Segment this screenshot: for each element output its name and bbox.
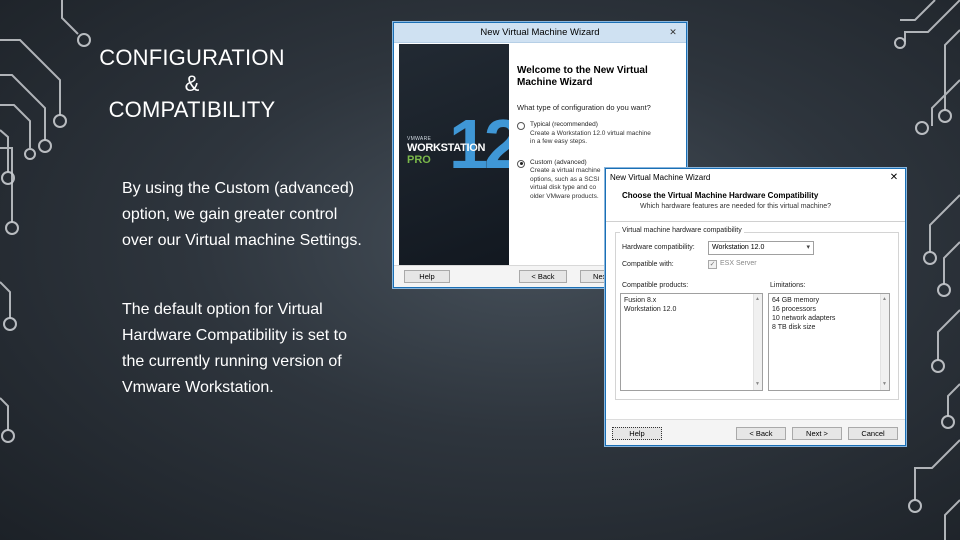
- cancel-button[interactable]: Cancel: [848, 427, 898, 440]
- edition-logo: PRO: [407, 154, 431, 166]
- hw-compat-value: Workstation 12.0: [712, 244, 765, 251]
- title-line-1: CONFIGURATION: [99, 45, 285, 70]
- help-button[interactable]: Help: [612, 427, 662, 440]
- hw-compat-group-label: Virtual machine hardware compatibility: [620, 227, 744, 234]
- next-button[interactable]: Next >: [792, 427, 842, 440]
- back-button[interactable]: < Back: [736, 427, 786, 440]
- esx-checkbox[interactable]: ✓: [708, 260, 717, 269]
- wizard-2-title: New Virtual Machine Wizard: [610, 173, 711, 182]
- wizard-2-footer: Help < Back Next > Cancel: [606, 419, 905, 445]
- help-button[interactable]: Help: [404, 270, 450, 283]
- bullet-2-line-3: the currently running version of: [122, 353, 342, 370]
- bullet-2-line-2: Hardware Compatibility is set to: [122, 327, 347, 344]
- wizard-2-subheading: Which hardware features are needed for t…: [640, 203, 832, 210]
- close-icon[interactable]: ✕: [666, 26, 680, 39]
- hw-compat-label: Hardware compatibility:: [622, 244, 695, 251]
- limitations-list[interactable]: 64 GB memory 16 processors 10 network ad…: [768, 293, 890, 391]
- header-divider: [606, 221, 905, 222]
- typical-desc-line-2: in a few easy steps.: [530, 138, 588, 145]
- back-button[interactable]: < Back: [519, 270, 567, 283]
- compatible-products-list[interactable]: Fusion 8.x Workstation 12.0: [620, 293, 763, 391]
- esx-label: ESX Server: [720, 260, 757, 267]
- list-item: Workstation 12.0: [624, 306, 677, 313]
- chevron-down-icon: ▾: [806, 244, 810, 251]
- list-item: 64 GB memory: [772, 297, 820, 304]
- wizard-window-hardware-compat: New Virtual Machine Wizard ✕ Choose the …: [605, 168, 906, 446]
- option-typical-desc: Create a Workstation 12.0 virtual machin…: [530, 130, 677, 147]
- list-item: 10 network adapters: [772, 315, 836, 322]
- title-line-2: &: [184, 71, 200, 96]
- bullet-1-line-1: By using the Custom (advanced): [122, 180, 355, 197]
- heading-line-2: Machine Wizard: [517, 77, 593, 88]
- limitations-label: Limitations:: [770, 282, 806, 289]
- list-item: Fusion 8.x: [624, 297, 657, 304]
- option-typical[interactable]: Typical (recommended) Create a Workstati…: [517, 121, 677, 147]
- radio-typical[interactable]: [517, 122, 525, 130]
- option-custom-label: Custom (advanced): [530, 158, 587, 166]
- compatible-products-label: Compatible products:: [622, 282, 689, 289]
- wizard-1-title: New Virtual Machine Wizard: [480, 27, 600, 38]
- workstation-pro-banner: 12 VMWARE WORKSTATION PRO: [399, 44, 509, 266]
- wizard-2-header: Choose the Virtual Machine Hardware Comp…: [622, 191, 831, 210]
- config-question: What type of configuration do you want?: [517, 103, 651, 112]
- bullet-1-line-3: over our Virtual machine Settings.: [122, 232, 362, 249]
- option-typical-label: Typical (recommended): [530, 121, 598, 128]
- bullet-1-line-2: option, we gain greater control: [122, 206, 338, 223]
- typical-desc-line-1: Create a Workstation 12.0 virtual machin…: [530, 129, 651, 137]
- list-item: 16 processors: [772, 306, 816, 313]
- radio-custom[interactable]: [517, 159, 525, 168]
- heading-line-1: Welcome to the New Virtual: [517, 65, 648, 76]
- wizard-1-heading: Welcome to the New Virtual Machine Wizar…: [517, 65, 677, 89]
- compatible-with-label: Compatible with:: [622, 261, 674, 268]
- bullet-2-line-4: Vmware Workstation.: [122, 379, 274, 396]
- list-item: 8 TB disk size: [772, 324, 816, 331]
- bullet-custom-advanced: By using the Custom (advanced) option, w…: [122, 176, 362, 254]
- title-line-3: COMPATIBILITY: [108, 97, 276, 122]
- wizard-2-heading: Choose the Virtual Machine Hardware Comp…: [622, 191, 819, 200]
- scrollbar[interactable]: [753, 294, 762, 390]
- bullet-2-line-1: The default option for Virtual: [122, 301, 323, 318]
- close-icon[interactable]: ✕: [887, 171, 901, 185]
- bullet-hardware-compat: The default option for Virtual Hardware …: [122, 297, 347, 401]
- slide-title: CONFIGURATION & COMPATIBILITY: [76, 45, 308, 123]
- scrollbar[interactable]: [880, 294, 889, 390]
- hw-compat-select[interactable]: Workstation 12.0 ▾: [708, 241, 814, 255]
- product-logo: WORKSTATION: [407, 142, 486, 154]
- wizard-1-titlebar: New Virtual Machine Wizard ✕: [394, 23, 686, 43]
- wizard-2-titlebar: New Virtual Machine Wizard ✕: [606, 169, 905, 187]
